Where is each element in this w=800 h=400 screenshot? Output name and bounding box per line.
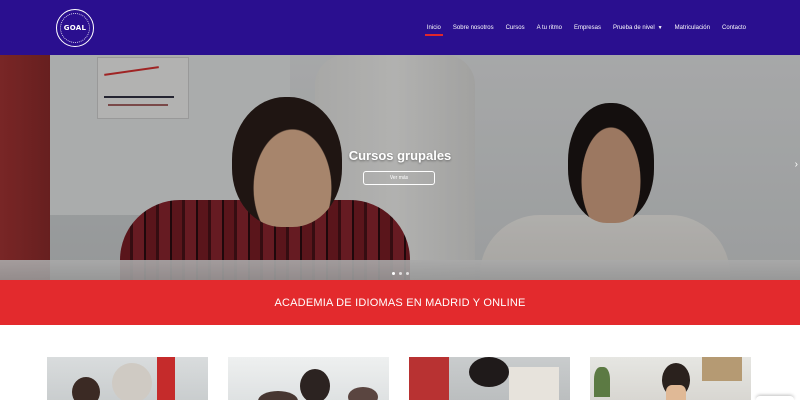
slider-dot[interactable] — [399, 272, 402, 275]
nav-item-matriculacion[interactable]: Matriculación — [669, 0, 716, 55]
chevron-down-icon: ▼ — [657, 24, 663, 31]
site-logo[interactable]: GOAL — [56, 9, 94, 47]
tagline-text: ACADEMIA DE IDIOMAS EN MADRID Y ONLINE — [274, 296, 526, 309]
nav-label: Sobre nosotros — [452, 24, 494, 31]
nav-item-inicio[interactable]: Inicio — [421, 0, 447, 55]
course-card-image[interactable] — [409, 357, 570, 400]
nav-item-empresas[interactable]: Empresas — [568, 0, 607, 55]
course-card-image[interactable] — [228, 357, 389, 400]
hero-cta-button[interactable]: Ver más — [363, 171, 435, 185]
nav-label: Prueba de nivel — [612, 24, 655, 31]
nav-label: Contacto — [721, 24, 746, 31]
nav-item-a-tu-ritmo[interactable]: A tu ritmo — [531, 0, 568, 55]
nav-label: Empresas — [573, 24, 601, 31]
tagline-banner: ACADEMIA DE IDIOMAS EN MADRID Y ONLINE — [0, 280, 800, 325]
nav-item-sobre-nosotros[interactable]: Sobre nosotros — [447, 0, 500, 55]
hero-slider: Cursos grupales Ver más › — [0, 55, 800, 280]
hero-overlay — [0, 55, 800, 280]
nav-label: A tu ritmo — [536, 24, 562, 31]
slider-dot[interactable] — [392, 272, 395, 275]
nav-label: Cursos — [505, 24, 525, 31]
slider-dot[interactable] — [406, 272, 409, 275]
course-card-image[interactable] — [590, 357, 751, 400]
nav-item-contacto[interactable]: Contacto — [716, 0, 752, 55]
nav-item-prueba-de-nivel[interactable]: Prueba de nivel ▼ — [607, 0, 669, 55]
course-cards — [0, 325, 800, 400]
slider-dots — [392, 272, 409, 275]
nav-item-cursos[interactable]: Cursos — [500, 0, 531, 55]
chat-widget[interactable] — [756, 396, 794, 400]
course-card-image[interactable] — [47, 357, 208, 400]
main-nav: Inicio Sobre nosotros Cursos A tu ritmo … — [421, 0, 752, 55]
nav-label: Inicio — [426, 24, 441, 31]
site-header: GOAL Inicio Sobre nosotros Cursos A tu r… — [0, 0, 800, 55]
logo-mark: GOAL — [60, 13, 90, 43]
hero-title: Cursos grupales — [348, 148, 452, 163]
chevron-right-icon[interactable]: › — [795, 159, 798, 170]
nav-label: Matriculación — [674, 24, 710, 31]
